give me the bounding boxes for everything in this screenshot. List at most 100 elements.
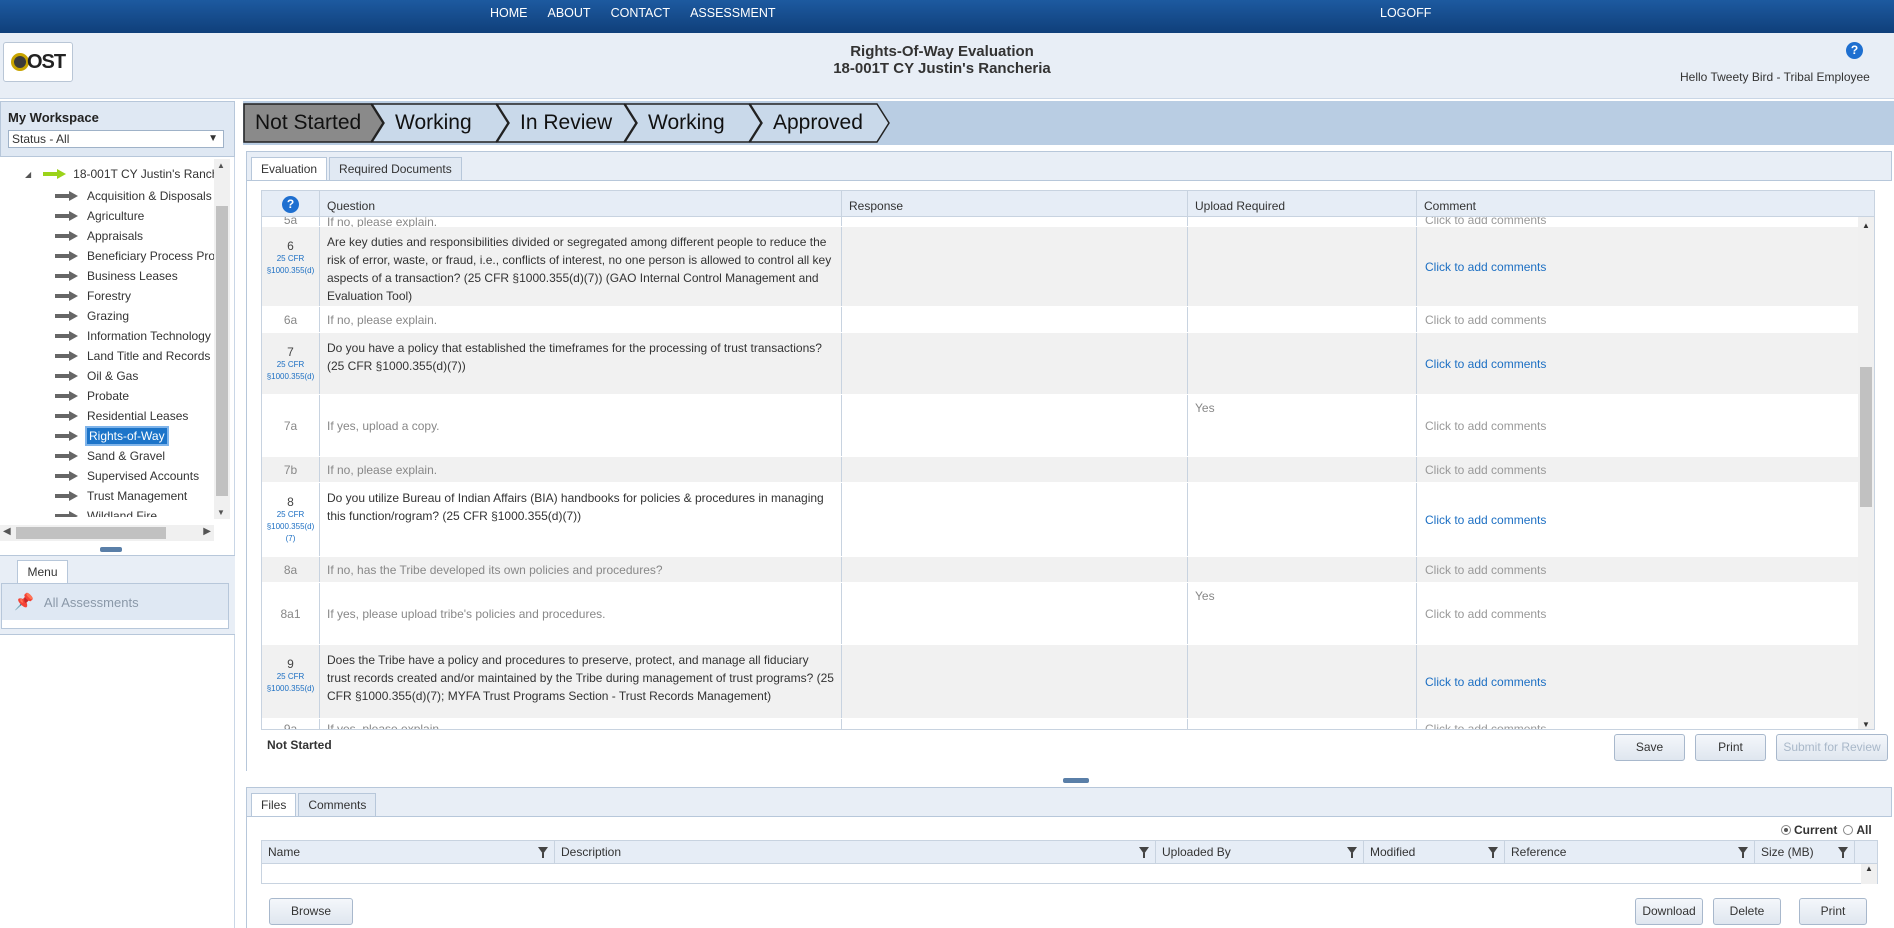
- filter-icon[interactable]: [1738, 847, 1748, 858]
- tree-item[interactable]: Rights-of-Way: [55, 425, 169, 446]
- tree-item[interactable]: Appraisals: [55, 227, 143, 244]
- response-cell[interactable]: [842, 557, 1188, 582]
- add-comment-link[interactable]: Click to add comments: [1417, 719, 1874, 729]
- panel-splitter-handle[interactable]: [1063, 778, 1089, 783]
- scroll-up-icon[interactable]: ▲: [1865, 864, 1873, 873]
- add-comment-link[interactable]: Click to add comments: [1417, 395, 1874, 456]
- files-scrollbar[interactable]: ▲: [1861, 864, 1877, 884]
- tree-item[interactable]: Forestry: [55, 287, 131, 304]
- tree-item[interactable]: Acquisition & Disposals: [55, 187, 212, 204]
- tree-item[interactable]: Wildland Fire: [55, 507, 157, 517]
- all-assessments-item[interactable]: 📌 All Assessments: [2, 584, 228, 620]
- filter-icon[interactable]: [1838, 847, 1848, 858]
- question-help-icon[interactable]: ?: [282, 196, 299, 213]
- filter-icon[interactable]: [1139, 847, 1149, 858]
- uploaded-by-column-header[interactable]: Uploaded By: [1156, 841, 1364, 864]
- add-comment-link[interactable]: Click to add comments: [1417, 333, 1874, 394]
- add-comment-link[interactable]: Click to add comments: [1417, 227, 1874, 306]
- tree-item[interactable]: Probate: [55, 387, 129, 404]
- name-column-header[interactable]: Name: [262, 841, 555, 864]
- filter-icon[interactable]: [1488, 847, 1498, 858]
- delete-button[interactable]: Delete: [1713, 898, 1781, 925]
- tree-item[interactable]: Agriculture: [55, 207, 144, 224]
- tab-files[interactable]: Files: [251, 793, 297, 817]
- response-column-header[interactable]: Response: [842, 191, 1188, 217]
- submit-for-review-button[interactable]: Submit for Review: [1776, 734, 1888, 761]
- response-cell[interactable]: [842, 395, 1188, 456]
- menu-tab[interactable]: Menu: [17, 560, 68, 584]
- download-button[interactable]: Download: [1635, 898, 1703, 925]
- nav-contact-link[interactable]: CONTACT: [611, 6, 671, 20]
- files-print-button[interactable]: Print: [1799, 898, 1867, 925]
- tree-vertical-scrollbar[interactable]: ▲ ▼: [214, 159, 230, 519]
- scroll-right-icon[interactable]: ▶: [203, 526, 211, 537]
- tree-horizontal-scrollbar[interactable]: ◀ ▶: [0, 525, 214, 541]
- tree-item[interactable]: Business Leases: [55, 267, 178, 284]
- reference-column-header[interactable]: Reference: [1505, 841, 1755, 864]
- logoff-link[interactable]: LOGOFF: [1380, 6, 1431, 20]
- tree-item[interactable]: Trust Management: [55, 487, 187, 504]
- regulation-reference-link[interactable]: 25 CFR §1000.355(d): [262, 253, 319, 277]
- upload-required-column-header[interactable]: Upload Required: [1188, 191, 1417, 217]
- tree-item[interactable]: Residential Leases: [55, 407, 188, 424]
- scroll-down-icon[interactable]: ▼: [1862, 720, 1870, 729]
- add-comment-link[interactable]: Click to add comments: [1417, 457, 1874, 482]
- tree-item[interactable]: Land Title and Records Office: [55, 347, 215, 364]
- scroll-thumb[interactable]: [216, 206, 228, 496]
- tree-root-node[interactable]: ◢ 18-001T CY Justin's Rancheria: [25, 167, 215, 181]
- tab-comments[interactable]: Comments: [298, 793, 377, 817]
- help-icon[interactable]: ?: [1846, 42, 1863, 59]
- tab-required-documents[interactable]: Required Documents: [329, 157, 462, 181]
- response-cell[interactable]: [842, 645, 1188, 718]
- panel-splitter-handle[interactable]: [100, 547, 122, 552]
- modified-column-header[interactable]: Modified: [1364, 841, 1505, 864]
- print-button[interactable]: Print: [1695, 734, 1766, 761]
- response-cell[interactable]: [842, 227, 1188, 306]
- scroll-down-icon[interactable]: ▼: [217, 508, 225, 517]
- grid-scrollbar[interactable]: ▲ ▼: [1858, 217, 1874, 729]
- save-button[interactable]: Save: [1614, 734, 1685, 761]
- regulation-reference-link[interactable]: 25 CFR §1000.355(d): [262, 359, 319, 383]
- add-comment-link[interactable]: Click to add comments: [1417, 557, 1874, 582]
- tree-item[interactable]: Beneficiary Process Program: [55, 247, 215, 264]
- scroll-thumb[interactable]: [16, 527, 166, 539]
- scroll-up-icon[interactable]: ▲: [1862, 221, 1870, 230]
- response-cell[interactable]: [842, 483, 1188, 556]
- all-radio[interactable]: [1843, 825, 1854, 835]
- nav-about-link[interactable]: ABOUT: [548, 6, 591, 20]
- regulation-reference-link[interactable]: 25 CFR §1000.355(d)(7): [262, 509, 319, 545]
- filter-icon[interactable]: [1347, 847, 1357, 858]
- question-column-header[interactable]: Question: [320, 191, 842, 217]
- response-cell[interactable]: [842, 307, 1188, 332]
- response-cell[interactable]: [842, 457, 1188, 482]
- regulation-reference-link[interactable]: 25 CFR §1000.355(d): [262, 671, 319, 695]
- nav-assessment-link[interactable]: ASSESSMENT: [690, 6, 775, 20]
- tree-item[interactable]: Supervised Accounts: [55, 467, 199, 484]
- scroll-left-icon[interactable]: ◀: [3, 526, 11, 537]
- comment-column-header[interactable]: Comment: [1417, 191, 1874, 217]
- add-comment-link[interactable]: Click to add comments: [1417, 217, 1874, 227]
- scroll-thumb[interactable]: [1860, 367, 1872, 507]
- add-comment-link[interactable]: Click to add comments: [1417, 645, 1874, 718]
- response-cell[interactable]: [842, 333, 1188, 394]
- nav-home-link[interactable]: HOME: [490, 6, 528, 20]
- tree-item[interactable]: Information Technology: [55, 327, 211, 344]
- tab-evaluation[interactable]: Evaluation: [251, 157, 328, 181]
- filter-icon[interactable]: [538, 847, 548, 858]
- browse-button[interactable]: Browse: [269, 898, 353, 925]
- tree-item[interactable]: Oil & Gas: [55, 367, 138, 384]
- add-comment-link[interactable]: Click to add comments: [1417, 483, 1874, 556]
- tree-item[interactable]: Sand & Gravel: [55, 447, 165, 464]
- tree-item[interactable]: Grazing: [55, 307, 129, 324]
- response-cell[interactable]: [842, 583, 1188, 644]
- scroll-up-icon[interactable]: ▲: [217, 161, 225, 170]
- collapse-toggle-icon[interactable]: ◢: [25, 170, 31, 179]
- status-select[interactable]: Status - All ▼: [8, 130, 224, 148]
- add-comment-link[interactable]: Click to add comments: [1417, 307, 1874, 332]
- response-cell[interactable]: [842, 719, 1188, 729]
- add-comment-link[interactable]: Click to add comments: [1417, 583, 1874, 644]
- current-radio[interactable]: [1781, 825, 1791, 835]
- description-column-header[interactable]: Description: [555, 841, 1156, 864]
- size-column-header[interactable]: Size (MB): [1755, 841, 1855, 864]
- response-cell[interactable]: [842, 217, 1188, 226]
